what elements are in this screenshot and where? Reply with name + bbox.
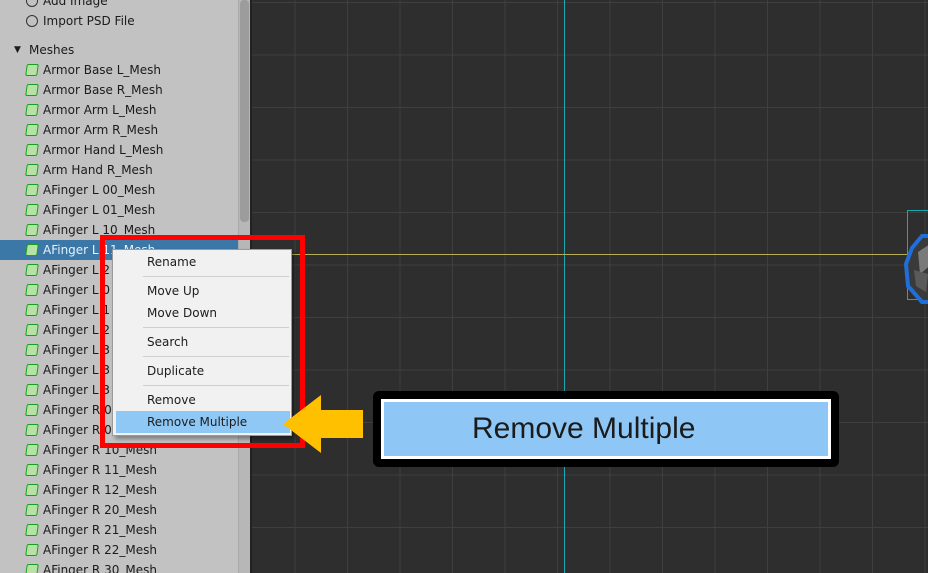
- mesh-icon: [25, 244, 39, 256]
- mesh-icon: [25, 144, 39, 156]
- mesh-item[interactable]: AFinger R 22_Mesh: [0, 540, 238, 560]
- mesh-icon: [25, 204, 39, 216]
- mesh-icon: [25, 124, 39, 136]
- meshes-section-header[interactable]: ▼ Meshes: [0, 40, 238, 60]
- mesh-label: Armor Arm R_Mesh: [43, 123, 159, 137]
- callout-fill: Remove Multiple: [384, 402, 828, 456]
- add-image-label: Add Image: [43, 0, 108, 8]
- mesh-label: Armor Arm L_Mesh: [43, 103, 157, 117]
- mesh-label: AFinger L 01_Mesh: [43, 203, 156, 217]
- callout-box: Remove Multiple: [373, 391, 839, 467]
- pointer-arrow-icon: [283, 395, 363, 453]
- mesh-item[interactable]: AFinger R 21_Mesh: [0, 520, 238, 540]
- mesh-icon: [25, 504, 39, 516]
- mesh-label: AFinger R 20_Mesh: [43, 503, 157, 517]
- collapse-triangle-icon[interactable]: ▼: [14, 40, 21, 60]
- add-image-icon: [26, 0, 38, 7]
- callout-text: Remove Multiple: [472, 412, 696, 445]
- mesh-item[interactable]: AFinger R 12_Mesh: [0, 480, 238, 500]
- mesh-label: Armor Hand L_Mesh: [43, 143, 164, 157]
- mesh-icon: [25, 464, 39, 476]
- mesh-icon: [25, 164, 39, 176]
- mesh-item[interactable]: AFinger R 30_Mesh: [0, 560, 238, 573]
- mesh-label: Armor Base L_Mesh: [43, 63, 162, 77]
- mesh-icon: [25, 84, 39, 96]
- callout-inner: Remove Multiple: [381, 399, 831, 459]
- import-psd-icon: [26, 15, 38, 27]
- mesh-icon: [25, 544, 39, 556]
- mesh-label: AFinger R 11_Mesh: [43, 463, 157, 477]
- mesh-label: AFinger L 00_Mesh: [43, 183, 156, 197]
- mesh-icon: [25, 184, 39, 196]
- highlight-frame: [100, 235, 305, 448]
- mesh-label: AFinger R 22_Mesh: [43, 543, 157, 557]
- mesh-label: AFinger R 12_Mesh: [43, 483, 157, 497]
- mesh-preview-icon[interactable]: [904, 234, 928, 304]
- mesh-icon: [25, 344, 39, 356]
- mesh-icon: [25, 64, 39, 76]
- mesh-label: AFinger R 30_Mesh: [43, 563, 157, 573]
- mesh-item[interactable]: AFinger L 00_Mesh: [0, 180, 238, 200]
- mesh-item[interactable]: AFinger R 20_Mesh: [0, 500, 238, 520]
- mesh-icon: [25, 104, 39, 116]
- mesh-icon: [25, 284, 39, 296]
- mesh-item[interactable]: AFinger L 01_Mesh: [0, 200, 238, 220]
- mesh-icon: [25, 384, 39, 396]
- meshes-section-label: Meshes: [29, 43, 75, 57]
- add-image-item[interactable]: Add Image: [0, 0, 238, 11]
- editor-canvas[interactable]: [252, 0, 928, 573]
- mesh-label: Arm Hand R_Mesh: [43, 163, 153, 177]
- vertical-axis-line: [564, 0, 565, 573]
- mesh-icon: [25, 424, 39, 436]
- mesh-label: Armor Base R_Mesh: [43, 83, 163, 97]
- mesh-icon: [25, 304, 39, 316]
- mesh-icon: [25, 224, 39, 236]
- mesh-icon: [25, 564, 39, 573]
- import-psd-item[interactable]: Import PSD File: [0, 11, 238, 31]
- mesh-icon: [25, 404, 39, 416]
- mesh-icon: [25, 524, 39, 536]
- mesh-item[interactable]: Arm Hand R_Mesh: [0, 160, 238, 180]
- mesh-item[interactable]: Armor Base R_Mesh: [0, 80, 238, 100]
- mesh-icon: [25, 484, 39, 496]
- mesh-item[interactable]: Armor Hand L_Mesh: [0, 140, 238, 160]
- mesh-icon: [25, 324, 39, 336]
- mesh-item[interactable]: AFinger R 11_Mesh: [0, 460, 238, 480]
- mesh-icon: [25, 364, 39, 376]
- horizontal-axis-line: [252, 254, 928, 255]
- import-psd-label: Import PSD File: [43, 14, 135, 28]
- mesh-icon: [25, 444, 39, 456]
- mesh-icon: [25, 264, 39, 276]
- hierarchy-scroll-thumb[interactable]: [240, 0, 249, 222]
- mesh-item[interactable]: Armor Base L_Mesh: [0, 60, 238, 80]
- mesh-label: AFinger R 21_Mesh: [43, 523, 157, 537]
- mesh-item[interactable]: Armor Arm R_Mesh: [0, 120, 238, 140]
- mesh-item[interactable]: Armor Arm L_Mesh: [0, 100, 238, 120]
